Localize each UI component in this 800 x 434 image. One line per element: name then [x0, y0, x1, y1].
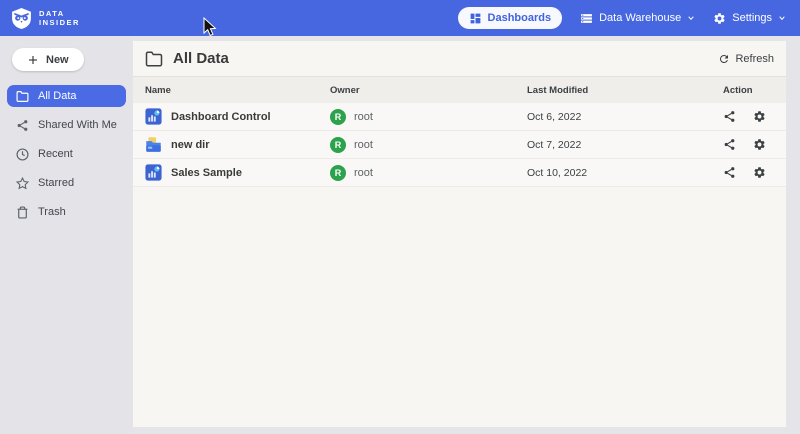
- refresh-icon: [718, 53, 730, 65]
- column-header-last-modified: Last Modified: [527, 85, 723, 96]
- plus-icon: [27, 54, 39, 66]
- last-modified-date: Oct 10, 2022: [527, 167, 723, 179]
- sidebar-item-recent[interactable]: Recent: [7, 143, 126, 165]
- dashboard-grid-icon: [469, 12, 482, 25]
- sidebar: New All Data Shared With Me: [0, 36, 133, 434]
- sidebar-item-shared-with-me[interactable]: Shared With Me: [7, 114, 126, 136]
- column-header-owner: Owner: [330, 85, 527, 96]
- owner-name: root: [354, 111, 373, 123]
- last-modified-date: Oct 6, 2022: [527, 111, 723, 123]
- owner-avatar: R: [330, 137, 346, 153]
- table-header-row: Name Owner Last Modified Action: [133, 77, 786, 103]
- page-title: All Data: [173, 50, 229, 67]
- table-row[interactable]: Dashboard Control R root Oct 6, 2022: [133, 103, 786, 131]
- sidebar-item-label: Trash: [38, 206, 66, 218]
- share-icon[interactable]: [723, 110, 736, 123]
- top-navbar: DATA INSIDER Dashboards Data Warehouse S…: [0, 0, 800, 36]
- sidebar-item-label: All Data: [38, 90, 77, 102]
- gear-icon[interactable]: [753, 110, 766, 123]
- sidebar-item-label: Recent: [38, 148, 73, 160]
- sidebar-item-label: Starred: [38, 177, 74, 189]
- owl-logo-icon: [10, 7, 33, 30]
- content-header: All Data Refresh: [133, 41, 786, 77]
- column-header-action: Action: [723, 85, 774, 96]
- clock-icon: [16, 148, 29, 161]
- share-icon[interactable]: [723, 166, 736, 179]
- chevron-down-icon: [687, 14, 695, 22]
- app-logo: DATA INSIDER: [10, 7, 80, 30]
- folder-icon: [16, 90, 29, 103]
- gear-icon[interactable]: [753, 166, 766, 179]
- file-name[interactable]: new dir: [171, 139, 210, 151]
- owner-avatar: R: [330, 165, 346, 181]
- file-name[interactable]: Dashboard Control: [171, 111, 271, 123]
- gear-icon: [713, 12, 726, 25]
- column-header-name: Name: [145, 85, 330, 96]
- table-row[interactable]: new dir R root Oct 7, 2022: [133, 131, 786, 159]
- folder-icon: [145, 50, 163, 68]
- share-icon: [16, 119, 29, 132]
- trash-icon: [16, 206, 29, 219]
- folder-file-icon: [145, 136, 162, 153]
- sidebar-item-label: Shared With Me: [38, 119, 117, 131]
- gear-icon[interactable]: [753, 138, 766, 151]
- main-content: All Data Refresh Name Owner Last Modifie…: [133, 41, 786, 427]
- new-button[interactable]: New: [12, 48, 84, 71]
- settings-menu[interactable]: Settings: [713, 12, 786, 25]
- dashboards-button[interactable]: Dashboards: [458, 7, 563, 29]
- owner-name: root: [354, 167, 373, 179]
- database-icon: [580, 12, 593, 25]
- chevron-down-icon: [778, 14, 786, 22]
- dashboard-file-icon: [145, 164, 162, 181]
- data-warehouse-menu[interactable]: Data Warehouse: [580, 12, 695, 25]
- owner-avatar: R: [330, 109, 346, 125]
- refresh-button[interactable]: Refresh: [718, 53, 774, 65]
- sidebar-item-trash[interactable]: Trash: [7, 201, 126, 223]
- owner-name: root: [354, 139, 373, 151]
- share-icon[interactable]: [723, 138, 736, 151]
- app-title: DATA INSIDER: [39, 9, 80, 27]
- dashboard-file-icon: [145, 108, 162, 125]
- star-icon: [16, 177, 29, 190]
- sidebar-item-all-data[interactable]: All Data: [7, 85, 126, 107]
- table-row[interactable]: Sales Sample R root Oct 10, 2022: [133, 159, 786, 187]
- last-modified-date: Oct 7, 2022: [527, 139, 723, 151]
- sidebar-item-starred[interactable]: Starred: [7, 172, 126, 194]
- file-name[interactable]: Sales Sample: [171, 167, 242, 179]
